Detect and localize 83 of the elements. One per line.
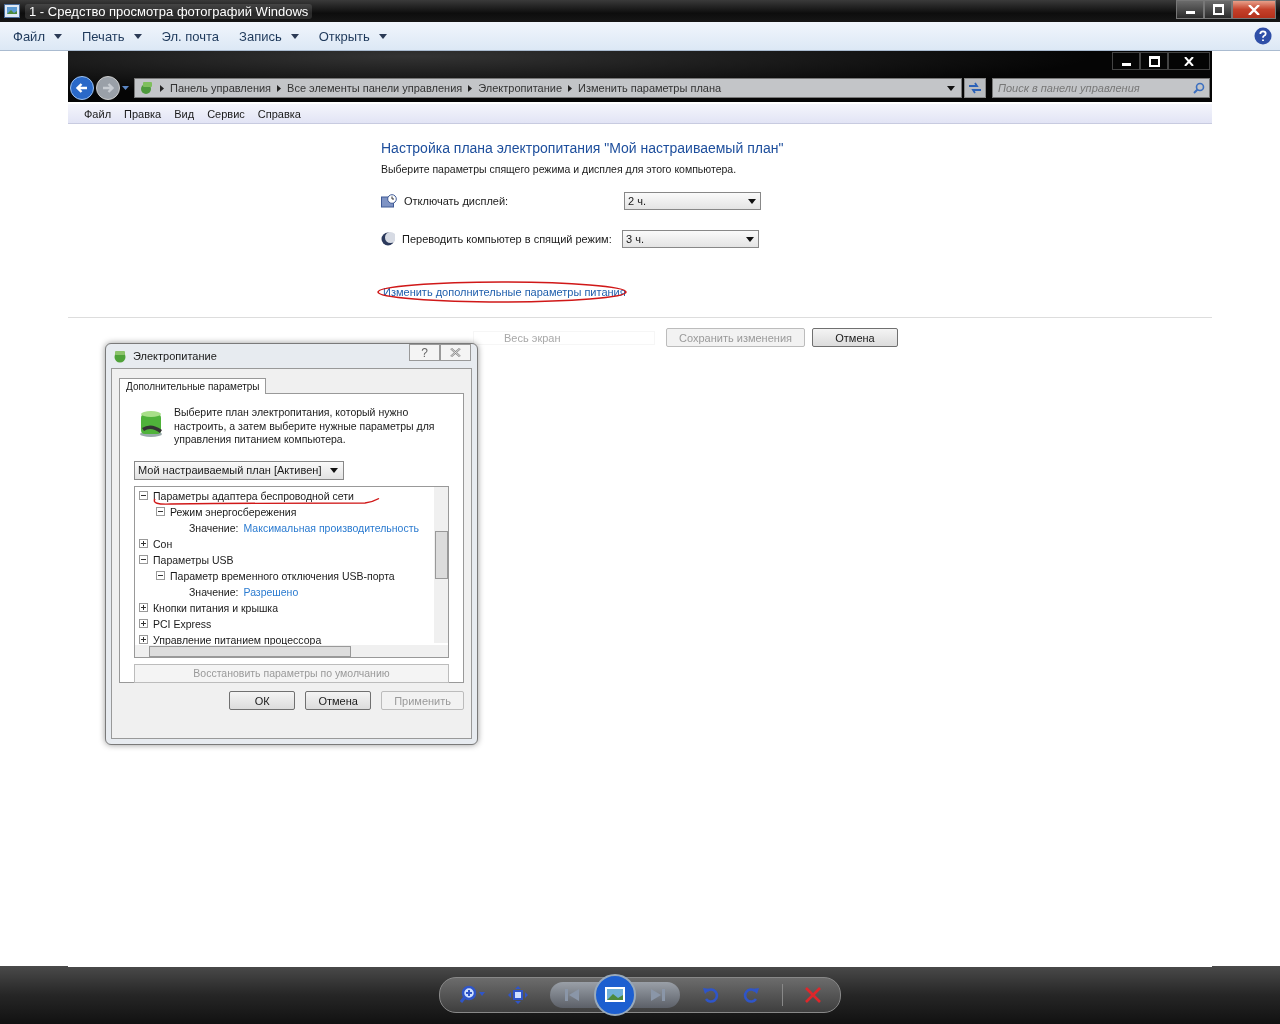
page-subtitle: Выберите параметры спящего режима и дисплея для этого компьютера. [381,163,738,175]
tree-item[interactable]: PCI Express [153,617,212,630]
menu-item[interactable]: Сервис [207,107,245,120]
tree-item[interactable]: Сон [153,537,173,550]
breadcrumb-arrow-icon [160,84,164,92]
dialog-button[interactable]: Отмена [812,328,898,347]
breadcrumb-arrow-icon [468,84,473,92]
dialog-description: Выберите план электропитания, который нужно настроить, а затем выберите нужные параметры для управления питанием компьютера. [174,406,436,447]
tree-item[interactable]: Параметр временного отключения USB-порта [170,569,395,582]
menu-item[interactable]: Файл [84,107,112,120]
maximize-button[interactable] [1140,52,1168,70]
expander-icon[interactable] [139,491,148,500]
menu-item[interactable]: Файл [13,28,62,44]
breadcrumb-arrow-icon [277,84,282,92]
expander-icon[interactable] [156,571,165,580]
forward-button[interactable] [96,76,120,100]
close-icon [450,348,461,357]
dropdown-caret-icon [330,467,338,473]
menu-item[interactable]: Правка [124,107,162,120]
search-field[interactable]: Поиск в панели управления [992,78,1210,98]
breadcrumb[interactable]: Все элементы панели управления [287,82,463,94]
setting-label: Отключать дисплей: [404,195,510,207]
dropdown-caret-icon [746,236,754,242]
vertical-scrollbar[interactable] [434,486,448,643]
address-bar[interactable]: Панель управления Все элементы панели управления Электропитание Изменить параметры плана [134,78,962,98]
tree-item[interactable]: Параметры адаптера беспроводной сети [153,489,354,502]
menu-item[interactable]: Эл. почта [161,28,220,44]
monitor-clock-icon [381,194,397,208]
horizontal-scrollbar[interactable] [135,644,448,657]
menu-item[interactable]: Справка [257,107,301,120]
page-heading: Настройка плана электропитания "Мой настраиваемый план" [381,140,785,156]
expander-icon[interactable] [156,507,165,516]
breadcrumb[interactable]: Панель управления [170,82,272,94]
dropdown-caret-icon[interactable] [947,85,955,91]
fit-to-window-icon[interactable] [507,986,528,1004]
history-caret-icon[interactable] [122,86,129,90]
value-label: Значение: [189,585,239,598]
minimize-button[interactable] [1112,52,1140,70]
menu-item[interactable]: Вид [174,107,195,120]
zoom-icon[interactable] [459,985,486,1005]
dialog-button[interactable]: Отмена [305,691,372,710]
value-link[interactable]: Максимальная производительность [243,521,419,534]
breadcrumb[interactable]: Изменить параметры плана [578,82,722,94]
dropdown-caret-icon [748,198,756,204]
dialog-title: Электропитание [133,350,217,362]
expander-icon[interactable] [139,603,148,612]
breadcrumb-arrow-icon [568,84,573,92]
expander-icon[interactable] [139,555,148,564]
time-dropdown[interactable]: 2 ч. [624,192,761,210]
photo-viewer-icon [4,4,20,18]
slideshow-button[interactable] [593,974,636,1016]
value-link[interactable]: Разрешено [243,585,299,598]
plan-dropdown[interactable]: Мой настраиваемый план [Активен] [134,460,344,480]
expander-icon[interactable] [139,635,148,644]
moon-icon [381,232,395,246]
tree-item[interactable]: Режим энергосбережения [170,505,297,518]
tree-item[interactable]: Параметры USB [153,553,234,566]
close-icon [1184,56,1194,66]
minimize-button[interactable] [1176,0,1204,19]
close-icon [1248,4,1260,15]
maximize-button[interactable] [1204,0,1232,19]
menu-item[interactable]: Печать [81,28,142,44]
value-label: Значение: [189,521,239,534]
close-button[interactable] [1232,0,1276,19]
help-icon[interactable] [1254,27,1272,45]
help-button[interactable]: ? [409,344,440,361]
tree-item[interactable]: Кнопки питания и крышка [153,601,278,614]
tree-item[interactable]: Управление питанием процессора [153,633,322,646]
refresh-button[interactable] [964,78,986,98]
menu-item[interactable]: Запись [239,28,299,44]
dialog-button[interactable]: ОК [229,691,296,710]
menu-item[interactable]: Открыть [318,28,387,44]
breadcrumb[interactable]: Электропитание [478,82,563,94]
expander-icon[interactable] [139,539,148,548]
search-icon[interactable] [1193,82,1205,94]
expander-icon[interactable] [139,619,148,628]
tooltip: Весь экран [473,330,656,345]
dialog-tab[interactable]: Дополнительные параметры [119,378,267,394]
window-title: 1 - Средство просмотра фотографий Windows [25,3,313,19]
close-button[interactable] [1168,52,1210,70]
setting-label: Переводить компьютер в спящий режим: [402,233,613,245]
time-dropdown[interactable]: 3 ч. [622,230,759,248]
back-button[interactable] [70,76,94,100]
